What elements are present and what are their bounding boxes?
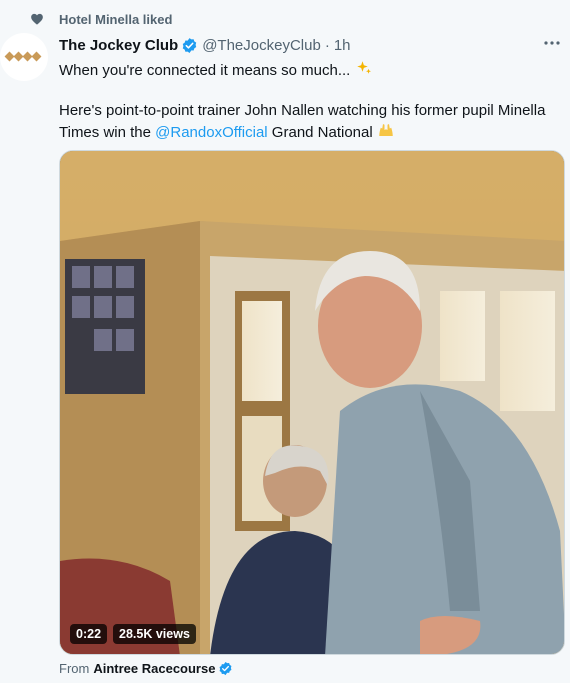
avatar[interactable]	[0, 33, 48, 81]
tweet-line-2-suffix: Grand National	[267, 124, 373, 141]
raising-hands-icon	[379, 124, 393, 136]
video-views: 28.5K views	[113, 624, 196, 644]
video-frame	[60, 151, 564, 654]
timestamp[interactable]: 1h	[334, 37, 351, 54]
tweet-header: The Jockey Club @TheJockeyClub · 1h	[59, 35, 351, 55]
heart-icon	[31, 13, 43, 25]
source-account-link[interactable]: Aintree Racecourse	[93, 661, 215, 676]
tweet-text: When you're connected it means so much..…	[59, 59, 559, 143]
social-context[interactable]: Hotel Minella liked	[30, 9, 172, 29]
author-handle[interactable]: @TheJockeyClub	[202, 37, 321, 54]
jockey-club-logo	[4, 51, 42, 62]
separator: ·	[324, 36, 330, 54]
mention-link[interactable]: @RandoxOfficial	[155, 124, 268, 141]
author-name[interactable]: The Jockey Club	[59, 37, 178, 54]
verified-badge-icon	[182, 37, 197, 53]
verified-badge-icon	[220, 661, 232, 675]
video-duration: 0:22	[70, 624, 108, 644]
liked-by-text: Hotel Minella liked	[59, 11, 173, 27]
source-attribution: From Aintree Racecourse	[59, 660, 233, 676]
video-player[interactable]: 0:22 28.5K views	[59, 150, 565, 655]
more-options-icon[interactable]	[542, 36, 562, 50]
tweet-line-1: When you're connected it means so much..…	[59, 62, 351, 79]
from-label: From	[59, 660, 90, 676]
sparkles-icon	[356, 61, 371, 74]
video-badges: 0:22 28.5K views	[70, 624, 196, 644]
